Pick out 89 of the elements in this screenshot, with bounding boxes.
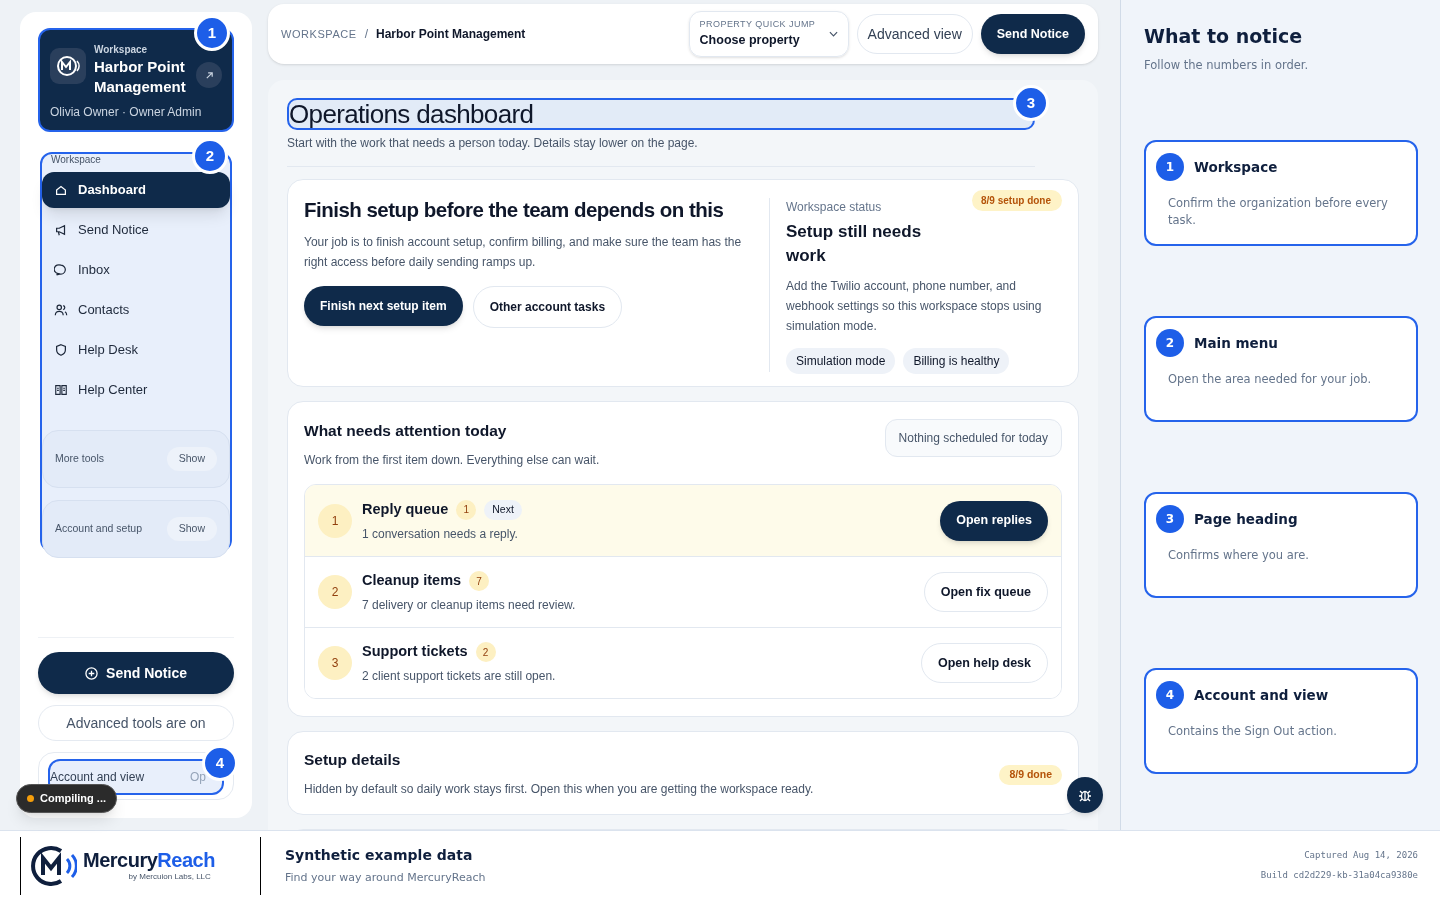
workspace-name: Harbor Point Management: [94, 57, 187, 97]
show-toggle[interactable]: Show: [166, 517, 217, 541]
brand-name: MercuryReach: [83, 848, 215, 871]
page-subtitle: Start with the work that needs a person today. Details stay lower on the page.: [287, 135, 699, 152]
open-link-icon[interactable]: [196, 62, 222, 88]
card-description: Hidden by default so daily work stays first. Open this when you are getting the workspace ready.: [304, 781, 814, 799]
breadcrumb-current: Harbor Point Management: [376, 26, 526, 43]
task-description: 7 delivery or cleanup items need review.: [362, 597, 576, 615]
count-badge: 7: [469, 571, 490, 592]
task-title: Reply queue: [362, 499, 449, 519]
progress-badge: 8/9 done: [999, 765, 1062, 786]
guide-subtitle: Follow the numbers in order.: [1144, 56, 1310, 74]
callout-number: 2: [192, 138, 228, 174]
guide-title: What to notice: [1144, 24, 1304, 49]
status-tag: Simulation mode: [786, 348, 896, 374]
card-title: Setup details: [304, 750, 402, 771]
collapsible-section[interactable]: More tools Show: [42, 430, 230, 488]
step-number: 2: [318, 575, 352, 610]
task-action-button[interactable]: Open replies: [940, 500, 1048, 541]
step-title: Main menu: [1194, 333, 1278, 353]
count-badge: 2: [475, 642, 496, 663]
step-title: Account and view: [1194, 685, 1329, 705]
count-badge: 1: [456, 499, 477, 520]
schedule-status: Nothing scheduled for today: [884, 419, 1062, 457]
step-description: Confirms where you are.: [1167, 546, 1310, 564]
capture-date: Captured Aug 14, 2026: [1304, 849, 1418, 862]
breadcrumb-separator: /: [364, 26, 368, 43]
step-number: 3: [318, 646, 352, 681]
step-number: 2: [1156, 328, 1184, 357]
nav-item[interactable]: Inbox: [42, 252, 230, 288]
footer-subtitle: Find your way around MercuryReach: [285, 869, 486, 886]
step-number: 4: [1156, 680, 1184, 709]
section-label: More tools: [55, 451, 105, 467]
select-value: Choose property: [699, 32, 801, 50]
collapsible-section[interactable]: Account and setup Show: [42, 500, 230, 558]
build-id: Build cd2d229-kb-31a04ca9380e: [1260, 868, 1418, 882]
nav-item[interactable]: Help Desk: [42, 332, 230, 368]
callout-number: 3: [1013, 85, 1049, 121]
shield-icon: [54, 343, 68, 357]
task-description: 1 conversation needs a reply.: [362, 525, 519, 543]
people-icon: [54, 303, 68, 317]
next-tag: Next: [484, 499, 522, 520]
step-description: Contains the Sign Out action.: [1167, 722, 1338, 740]
card-description: Your job is to finish account setup, confirm billing, and make sure the team has the right access before daily sending ramps up.: [304, 234, 743, 271]
nav-item[interactable]: Dashboard: [42, 172, 230, 208]
property-select[interactable]: PROPERTY QUICK JUMP Choose property: [688, 11, 849, 57]
card-title: What needs attention today: [304, 421, 508, 441]
task-action-button[interactable]: Open help desk: [920, 643, 1048, 684]
task-title: Cleanup items: [362, 571, 462, 591]
chat-icon: [54, 263, 68, 277]
nav-group-label: Workspace: [50, 154, 102, 166]
select-label: PROPERTY QUICK JUMP: [699, 17, 816, 31]
megaphone-icon: [54, 223, 68, 237]
task-title: Support tickets: [362, 642, 468, 662]
nav-item[interactable]: Send Notice: [42, 212, 230, 248]
status-description: Add the Twilio account, phone number, and webhook settings so this workspace stops using simulation mode.: [786, 278, 1043, 335]
step-number: 1: [1156, 152, 1184, 181]
nav-item[interactable]: Contacts: [42, 292, 230, 328]
step-description: Open the area needed for your job.: [1167, 370, 1373, 388]
step-title: Page heading: [1194, 509, 1298, 529]
step-title: Workspace: [1194, 157, 1278, 177]
plus-circle-icon: [85, 666, 99, 680]
task-description: 2 client support tickets are still open.: [362, 668, 556, 686]
show-toggle[interactable]: Show: [166, 447, 217, 471]
task-action-button[interactable]: Open fix queue: [923, 572, 1048, 613]
step-description: Confirm the organization before every task.: [1167, 194, 1389, 229]
workspace-label: Workspace: [94, 43, 149, 57]
home-icon: [54, 183, 68, 197]
progress-badge: 8/9 setup done: [972, 190, 1062, 211]
step-number: 3: [1156, 504, 1184, 533]
breadcrumb-root[interactable]: WORKSPACE: [281, 25, 357, 43]
callout-number: 1: [194, 15, 230, 51]
status-title: Setup still needs work: [786, 221, 923, 267]
section-label: Account and setup: [55, 521, 142, 537]
send-notice-button[interactable]: Send Notice: [980, 14, 1085, 54]
send-notice-button[interactable]: Send Notice: [38, 652, 234, 694]
card-description: Work from the first item down. Everything else can wait.: [304, 452, 600, 470]
book-icon: [54, 383, 68, 397]
step-number: 1: [318, 503, 352, 538]
status-tag: Billing is healthy: [903, 348, 1010, 374]
chevron-down-icon: [828, 31, 838, 37]
footer-title: Synthetic example data: [285, 845, 474, 865]
nav-item[interactable]: Help Center: [42, 372, 230, 408]
logo-icon: [50, 48, 86, 84]
finish-setup-button[interactable]: Finish next setup item: [304, 286, 463, 326]
status-label: Workspace status: [786, 199, 883, 216]
card-title: Finish setup before the team depends on this: [304, 197, 725, 223]
brand-note: by Mercuion Labs, LLC: [128, 871, 211, 883]
user-role: Olivia Owner · Owner Admin: [50, 104, 203, 121]
